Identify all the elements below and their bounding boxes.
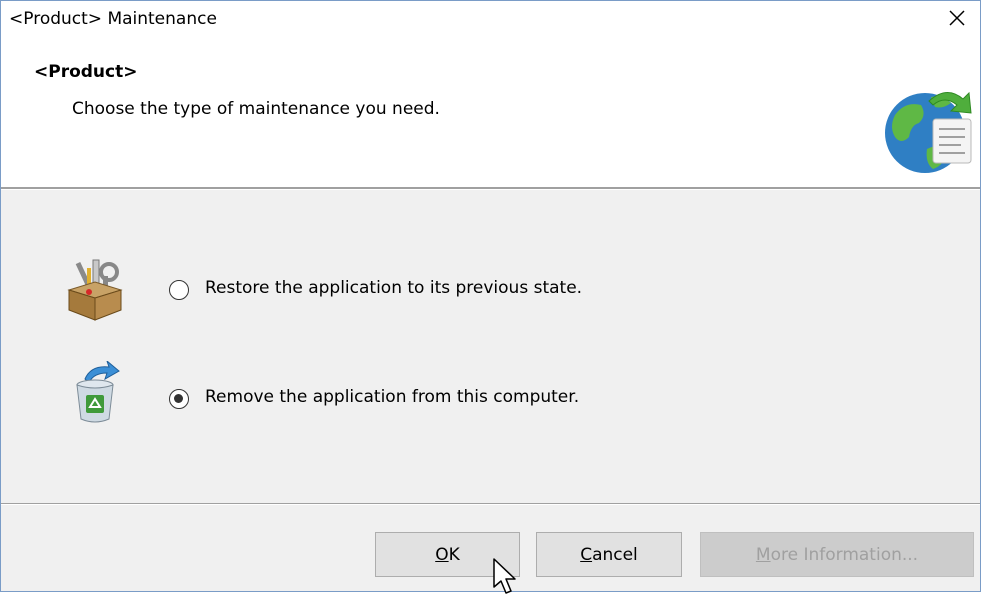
remove-option[interactable]: Remove the application from this compute… (1, 361, 901, 423)
restore-option-label[interactable]: Restore the application to its previous … (205, 278, 582, 298)
ok-accel: O (435, 544, 449, 565)
cancel-label-rest: ancel (592, 544, 638, 565)
instruction-text: Choose the type of maintenance you need. (72, 99, 440, 119)
more-info-label-rest: ore Information... (770, 544, 919, 565)
restore-radio[interactable] (169, 280, 189, 300)
close-icon (949, 10, 965, 26)
close-button[interactable] (934, 1, 980, 35)
cancel-button[interactable]: Cancel (536, 532, 682, 577)
ok-label-rest: K (448, 544, 460, 565)
product-title: <Product> (34, 62, 138, 82)
title-bar: <Product> Maintenance (1, 1, 980, 35)
restore-option[interactable]: Restore the application to its previous … (1, 258, 901, 321)
cancel-accel: C (580, 544, 593, 565)
ok-button[interactable]: OK (375, 532, 520, 577)
more-information-button[interactable]: More Information... (700, 532, 974, 577)
recycle-bin-icon (76, 361, 120, 423)
radio-selected-dot (174, 394, 183, 403)
options-panel (1, 190, 980, 504)
maintenance-dialog: <Product> Maintenance <Product> Choose t… (0, 0, 981, 594)
remove-option-label[interactable]: Remove the application from this compute… (205, 387, 579, 407)
remove-radio[interactable] (169, 389, 189, 409)
window-title: <Product> Maintenance (9, 9, 217, 29)
more-info-accel: M (755, 544, 771, 565)
globe-setup-icon (885, 91, 972, 173)
toolbox-icon (67, 259, 123, 321)
